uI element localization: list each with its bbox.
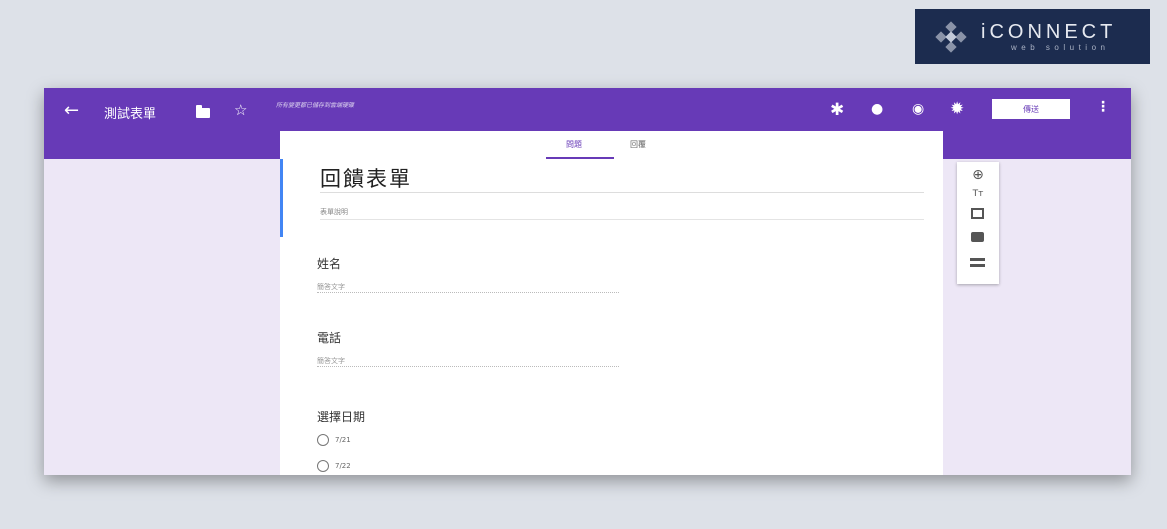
question-title-phone[interactable]: 電話 <box>317 329 341 346</box>
form-title[interactable]: 測試表單 <box>104 103 156 122</box>
short-answer-placeholder: 簡答文字 <box>317 357 345 365</box>
save-status-text: 所有變更都已儲存到雲端硬碟 <box>276 102 355 109</box>
radio-button-icon[interactable] <box>317 460 329 472</box>
back-arrow-icon[interactable]: ← <box>64 100 79 121</box>
folder-icon[interactable] <box>196 105 210 118</box>
add-title-icon[interactable]: Tт <box>957 189 999 199</box>
divider <box>320 192 924 193</box>
palette-icon[interactable]: ● <box>871 101 883 117</box>
logo-mark-icon <box>931 20 971 53</box>
logo-subtext: web solution <box>1011 42 1110 52</box>
option-label: 7/22 <box>335 462 351 470</box>
option-label: 7/21 <box>335 436 351 444</box>
iconnect-logo: iCONNECT web solution <box>915 9 1150 64</box>
preview-eye-icon[interactable]: ◉ <box>912 101 924 117</box>
radio-option[interactable]: 7/22 <box>317 460 351 472</box>
tab-questions[interactable]: 問題 <box>566 139 582 150</box>
google-forms-window: ← 測試表單 ☆ 所有變更都已儲存到雲端硬碟 ✱ ● ◉ ✹ 傳送 ⋮ 問題 回… <box>44 88 1131 475</box>
form-editor-panel: 回饋表單 表單說明 姓名 簡答文字 電話 簡答文字 選擇日期 7/21 7/22 <box>280 159 943 475</box>
radio-option[interactable]: 7/21 <box>317 434 351 446</box>
form-heading[interactable]: 回饋表單 <box>320 163 412 193</box>
add-question-icon[interactable]: ⊕ <box>957 167 999 183</box>
logo-text: iCONNECT <box>981 20 1117 43</box>
form-title-card[interactable]: 回饋表單 表單說明 <box>280 159 943 237</box>
add-video-icon[interactable] <box>971 232 984 242</box>
answer-underline <box>317 292 619 293</box>
more-options-icon[interactable]: ⋮ <box>1096 99 1110 115</box>
tab-responses[interactable]: 回覆 <box>630 139 646 150</box>
star-icon[interactable]: ☆ <box>234 101 247 119</box>
radio-button-icon[interactable] <box>317 434 329 446</box>
question-toolbar: ⊕ Tт <box>957 162 999 284</box>
answer-underline <box>317 366 619 367</box>
form-description-field[interactable]: 表單說明 <box>320 207 348 217</box>
question-title-name[interactable]: 姓名 <box>317 255 341 272</box>
settings-gear-icon[interactable]: ✹ <box>950 99 964 119</box>
divider <box>320 219 924 220</box>
add-section-icon[interactable] <box>970 258 985 267</box>
add-image-icon[interactable] <box>971 208 984 219</box>
send-button[interactable]: 傳送 <box>992 99 1070 119</box>
question-title-date[interactable]: 選擇日期 <box>317 408 365 425</box>
form-tabs: 問題 回覆 <box>280 131 943 159</box>
short-answer-placeholder: 簡答文字 <box>317 283 345 291</box>
addon-puzzle-icon[interactable]: ✱ <box>830 100 844 120</box>
